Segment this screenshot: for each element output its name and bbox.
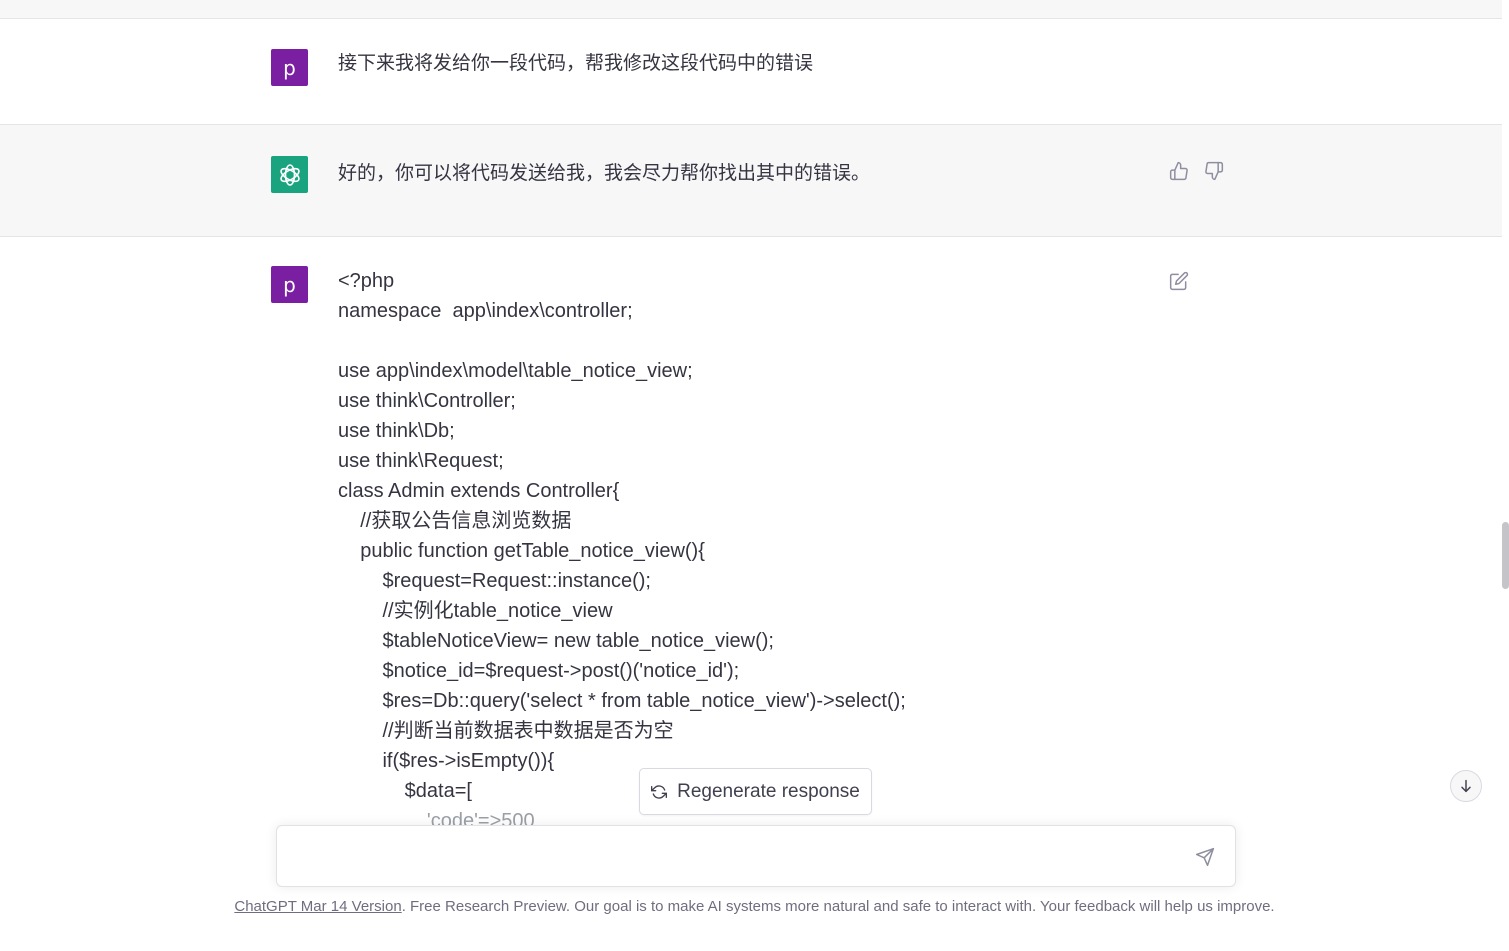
- regenerate-label: Regenerate response: [677, 780, 860, 802]
- thumbs-up-icon: [1169, 161, 1188, 181]
- footer-disclaimer: ChatGPT Mar 14 Version. Free Research Pr…: [0, 898, 1509, 915]
- code-line: //判断当前数据表中数据是否为空: [338, 720, 674, 742]
- thumbs-down-button[interactable]: [1203, 160, 1225, 182]
- refresh-icon: [651, 784, 668, 799]
- code-line: namespace app\index\controller;: [338, 300, 633, 322]
- code-line: $notice_id=$request->post()('notice_id')…: [338, 660, 740, 682]
- user-avatar: p: [271, 49, 308, 86]
- code-line: class Admin extends Controller{: [338, 480, 620, 502]
- send-button[interactable]: [1195, 847, 1217, 869]
- send-icon: [1195, 847, 1215, 867]
- top-strip: [0, 0, 1502, 19]
- message-composer: [276, 825, 1236, 887]
- user-message-text: 接下来我将发给你一段代码，帮我修改这段代码中的错误: [338, 53, 814, 74]
- code-line: use think\Db;: [338, 420, 455, 442]
- user-avatar-letter: p: [283, 272, 296, 297]
- code-line: $request=Request::instance();: [338, 570, 651, 592]
- regenerate-response-button[interactable]: Regenerate response: [639, 768, 872, 815]
- code-line: use app\index\model\table_notice_view;: [338, 360, 693, 382]
- message-row-assistant: 好的，你可以将代码发送给我，我会尽力帮你找出其中的错误。: [0, 124, 1502, 237]
- code-line: public function getTable_notice_view(){: [338, 540, 705, 562]
- openai-logo-icon: [279, 163, 300, 186]
- edit-icon: [1169, 271, 1189, 291]
- scrollbar-thumb[interactable]: [1502, 522, 1509, 589]
- chatgpt-avatar: [271, 156, 308, 193]
- code-line: use think\Controller;: [338, 390, 516, 412]
- edit-message-button[interactable]: [1168, 270, 1190, 292]
- code-line: //获取公告信息浏览数据: [338, 510, 572, 532]
- message-input[interactable]: [293, 842, 1177, 872]
- code-line: //实例化table_notice_view: [338, 600, 613, 622]
- code-line: use think\Request;: [338, 450, 504, 472]
- user-code-message: <?php namespace app\index\controller; use …: [338, 266, 1218, 825]
- thumbs-up-button[interactable]: [1168, 160, 1190, 182]
- thumbs-down-icon: [1205, 161, 1224, 181]
- footer-text: . Free Research Preview. Our goal is to …: [401, 898, 1275, 915]
- arrow-down-icon: [1461, 779, 1471, 793]
- scroll-to-bottom-button[interactable]: [1450, 770, 1482, 802]
- code-line: $tableNoticeView= new table_notice_view(…: [338, 630, 774, 652]
- code-line: $res=Db::query('select * from table_noti…: [338, 690, 906, 712]
- code-line: <?php: [338, 270, 395, 292]
- version-link[interactable]: ChatGPT Mar 14 Version: [234, 898, 401, 915]
- message-row-user: p 接下来我将发给你一段代码，帮我修改这段代码中的错误: [0, 19, 1502, 125]
- user-avatar: p: [271, 266, 308, 303]
- user-avatar-letter: p: [283, 55, 296, 80]
- assistant-message-text: 好的，你可以将代码发送给我，我会尽力帮你找出其中的错误。: [338, 163, 871, 184]
